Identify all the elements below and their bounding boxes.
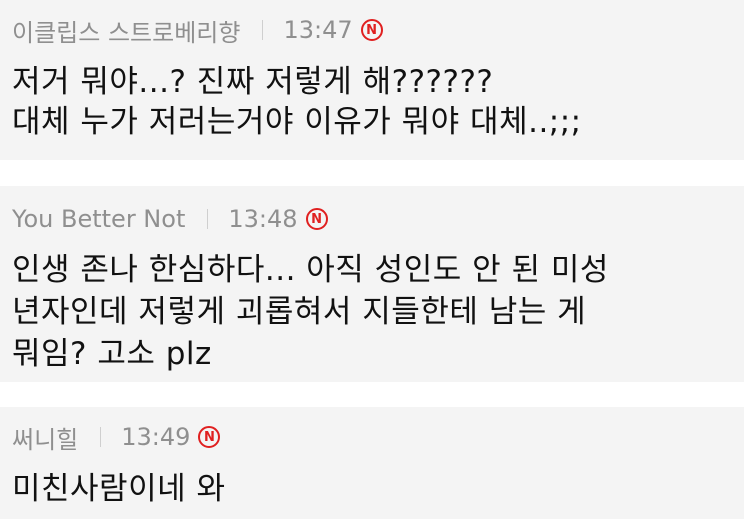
comment-time: 13:47 <box>283 16 353 44</box>
comment-time: 13:48 <box>228 205 298 233</box>
comment-item: 이클립스 스트로베리향 13:47 N 저거 뭐야...? 진짜 저렇게 해??… <box>0 0 744 160</box>
comment-text: 저거 뭐야...? 진짜 저렇게 해?????? 대체 누가 저러는거야 이유가… <box>12 64 582 140</box>
comment-text: 인생 존나 한심하다... 아직 성인도 안 된 미성 년자인데 저렇게 괴롭혀… <box>12 252 609 372</box>
new-badge-icon: N <box>198 426 221 448</box>
comment-list: 이클립스 스트로베리향 13:47 N 저거 뭐야...? 진짜 저렇게 해??… <box>0 0 744 519</box>
new-badge-icon: N <box>360 19 383 41</box>
comment-nickname[interactable]: 써니힐 <box>12 420 78 455</box>
comment-meta: 써니힐 13:49 N <box>12 423 744 454</box>
comment-nickname[interactable]: You Better Not <box>12 205 185 233</box>
comment-time: 13:49 <box>121 423 191 451</box>
meta-divider <box>100 427 102 447</box>
new-badge-icon: N <box>305 208 328 230</box>
comment-meta: 이클립스 스트로베리향 13:47 N <box>12 16 744 47</box>
comment-text: 미친사람이네 와 <box>12 471 226 507</box>
comment-item: You Better Not 13:48 N 인생 존나 한심하다... 아직 … <box>0 186 744 382</box>
comment-nickname[interactable]: 이클립스 스트로베리향 <box>12 13 240 48</box>
comment-item: 써니힐 13:49 N 미친사람이네 와 <box>0 407 744 519</box>
meta-divider <box>262 20 264 40</box>
meta-divider <box>207 209 209 229</box>
comment-meta: You Better Not 13:48 N <box>12 205 744 233</box>
